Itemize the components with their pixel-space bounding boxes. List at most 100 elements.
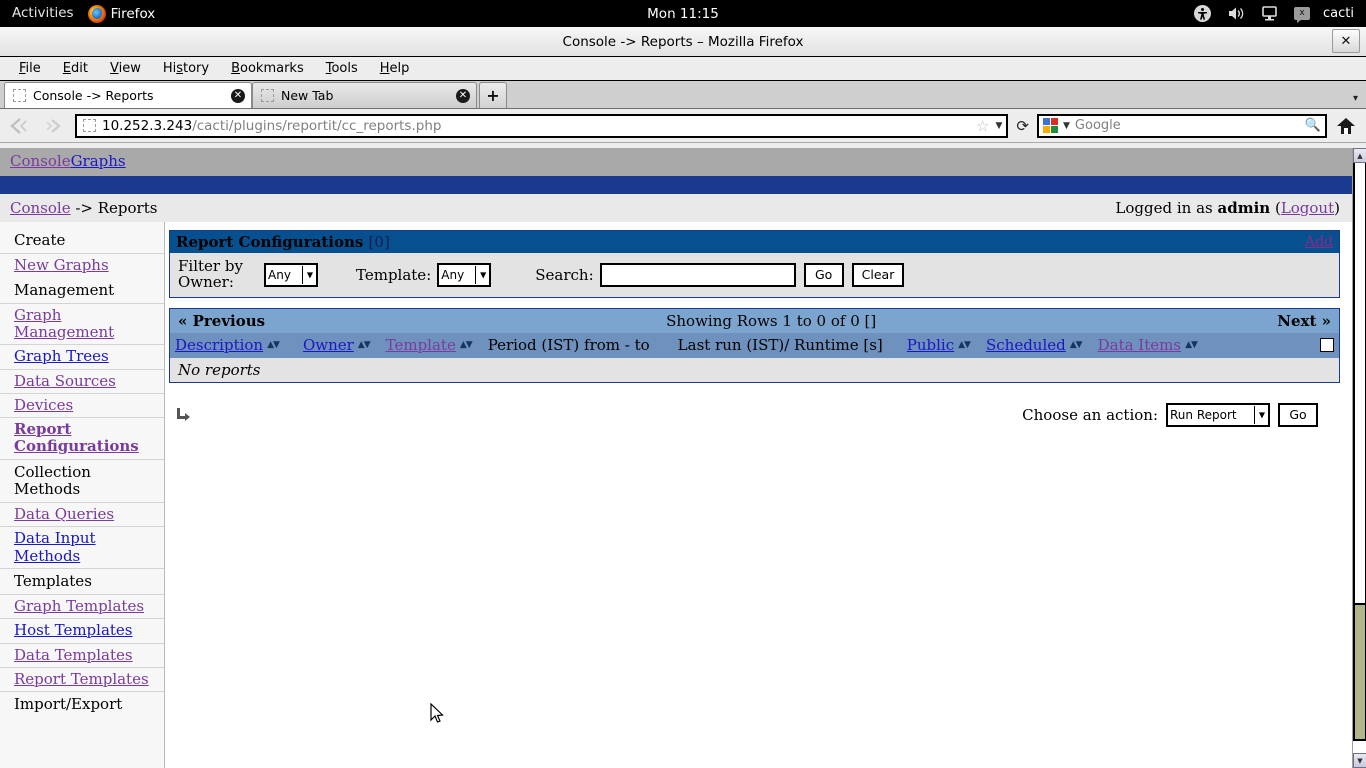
scroll-up-button[interactable]: ▲ <box>1353 148 1366 163</box>
owner-select-wrap[interactable]: Any <box>264 262 318 287</box>
menu-bookmarks[interactable]: Bookmarks <box>220 58 315 80</box>
select-all-checkbox[interactable] <box>1320 338 1334 352</box>
column-header-data-items[interactable]: Data Items ▲▼ <box>1098 336 1198 354</box>
menu-view[interactable]: View <box>99 58 152 80</box>
search-input[interactable] <box>599 262 796 287</box>
search-engine-chevron-down-icon[interactable]: ▼ <box>1063 121 1070 131</box>
sidebar-item-graph-trees[interactable]: Graph Trees <box>0 344 164 368</box>
scroll-down-button[interactable]: ▼ <box>1353 753 1366 768</box>
sort-arrows-icon[interactable]: ▲▼ <box>1185 340 1198 350</box>
tab-console-reports[interactable]: Console -> Reports ✕ <box>4 82 252 108</box>
sidebar-item-data-queries[interactable]: Data Queries <box>0 502 164 526</box>
column-header-description[interactable]: Description ▲▼ <box>175 336 280 354</box>
scrollbar-track[interactable] <box>1353 163 1366 603</box>
column-header-owner[interactable]: Owner ▲▼ <box>303 336 371 354</box>
menu-tools[interactable]: Tools <box>315 58 369 80</box>
app-menu-firefox[interactable]: Firefox <box>87 4 155 23</box>
sidebar-item-label[interactable]: Graph Management <box>14 306 114 341</box>
back-button[interactable] <box>7 113 35 139</box>
tab-new-tab[interactable]: New Tab ✕ <box>252 82 477 108</box>
sort-arrows-icon[interactable]: ▲▼ <box>1070 340 1083 350</box>
column-header-label[interactable]: Public <box>907 336 954 354</box>
sidebar-item-label[interactable]: Graph Templates <box>14 597 144 615</box>
scrollbar-thumb[interactable] <box>1353 603 1366 741</box>
column-header-label[interactable]: Scheduled <box>986 336 1066 354</box>
sidebar-item-new-graphs[interactable]: New Graphs <box>0 253 164 277</box>
topnav-graphs-link[interactable]: Graphs <box>71 152 126 170</box>
owner-select[interactable]: Any <box>264 262 318 287</box>
new-tab-button[interactable]: + <box>479 82 507 108</box>
clock[interactable]: Mon 11:15 <box>0 6 1366 22</box>
home-button[interactable] <box>1333 117 1359 135</box>
window-close-button[interactable]: ✕ <box>1332 29 1360 53</box>
menu-edit[interactable]: Edit <box>52 58 99 80</box>
search-input[interactable]: Google <box>1075 118 1300 133</box>
sidebar-item-graph-templates[interactable]: Graph Templates <box>0 594 164 618</box>
sidebar-item-data-input-methods[interactable]: Data Input Methods <box>0 526 164 568</box>
column-header-template[interactable]: Template ▲▼ <box>386 336 473 354</box>
sidebar-item-data-sources[interactable]: Data Sources <box>0 368 164 393</box>
action-select-wrap[interactable]: Run Report <box>1166 402 1270 427</box>
column-header-public[interactable]: Public ▲▼ <box>907 336 971 354</box>
sidebar-item-graph-management[interactable]: Graph Management <box>0 302 164 345</box>
sidebar-item-data-templates[interactable]: Data Templates <box>0 642 164 667</box>
sidebar-header-management: Management <box>14 280 115 299</box>
sidebar-item-report-configurations[interactable]: Report Configurations <box>0 417 164 459</box>
add-report-link[interactable]: Add <box>1305 234 1333 250</box>
sidebar-item-label[interactable]: Report Configurations <box>14 420 139 455</box>
column-header-label[interactable]: Template <box>386 336 456 354</box>
sidebar-item-label[interactable]: Data Input Methods <box>14 529 96 565</box>
go-button[interactable]: Go <box>803 262 844 287</box>
reload-button[interactable]: ⟳ <box>1014 117 1031 135</box>
logout-link[interactable]: Logout <box>1281 199 1334 217</box>
forward-button[interactable] <box>41 113 69 139</box>
accessibility-icon[interactable] <box>1194 5 1212 22</box>
chevron-down-icon[interactable]: ▼ <box>996 121 1003 131</box>
google-icon[interactable] <box>1043 118 1058 133</box>
user-menu[interactable]: x cacti <box>1294 6 1354 21</box>
sidebar-item-label[interactable]: Graph Trees <box>14 347 109 365</box>
sidebar-item-label[interactable]: New Graphs <box>14 256 109 274</box>
bookmark-star-icon[interactable]: ☆ <box>976 117 989 135</box>
tab-list-chevron-down-icon[interactable]: ▾ <box>1353 93 1366 108</box>
menu-history[interactable]: History <box>152 58 220 80</box>
sidebar-item-label[interactable]: Data Templates <box>14 646 133 664</box>
sort-arrows-icon[interactable]: ▲▼ <box>460 340 473 350</box>
column-header-label[interactable]: Data Items <box>1098 336 1181 354</box>
sidebar-item-label[interactable]: Report Templates <box>14 670 149 688</box>
sidebar-item-label[interactable]: Host Templates <box>14 621 133 639</box>
menu-help[interactable]: Help <box>369 58 421 80</box>
column-header-label[interactable]: Owner <box>303 336 354 354</box>
volume-icon[interactable] <box>1228 6 1245 21</box>
sidebar-item-host-templates[interactable]: Host Templates <box>0 618 164 642</box>
sidebar-item-label[interactable]: Data Queries <box>14 505 114 523</box>
clear-button[interactable]: Clear <box>851 262 905 287</box>
menu-file[interactable]: File <box>8 58 52 80</box>
action-go-button[interactable]: Go <box>1278 402 1318 427</box>
previous-page-link[interactable]: « Previous <box>178 312 265 330</box>
page-scrollbar[interactable]: ▲ ▼ <box>1352 148 1366 768</box>
sort-arrows-icon[interactable]: ▲▼ <box>358 340 371 350</box>
action-select[interactable]: Run Report <box>1166 402 1270 427</box>
sort-arrows-icon[interactable]: ▲▼ <box>267 340 280 350</box>
activities-button[interactable]: Activities <box>0 0 88 27</box>
search-magnifier-icon[interactable]: 🔍 <box>1305 118 1321 133</box>
display-icon[interactable] <box>1262 6 1277 21</box>
tab-close-icon[interactable]: ✕ <box>456 88 470 103</box>
sort-arrows-icon[interactable]: ▲▼ <box>958 340 971 350</box>
tab-close-icon[interactable]: ✕ <box>231 88 245 103</box>
column-header-scheduled[interactable]: Scheduled ▲▼ <box>986 336 1083 354</box>
template-select-wrap[interactable]: Any <box>437 262 492 287</box>
sidebar-item-report-templates[interactable]: Report Templates <box>0 666 164 691</box>
search-bar[interactable]: ▼ Google 🔍 <box>1037 113 1327 138</box>
breadcrumb-console-link[interactable]: Console <box>10 199 71 217</box>
sidebar-item-label[interactable]: Devices <box>14 396 73 414</box>
url-bar[interactable]: 10.252.3.243/cacti/plugins/reportit/cc_r… <box>75 113 1009 138</box>
sidebar-item-label[interactable]: Data Sources <box>14 372 116 390</box>
sidebar-item-devices[interactable]: Devices <box>0 392 164 417</box>
topnav-console-link[interactable]: Console <box>10 152 71 170</box>
column-header-label[interactable]: Description <box>175 336 263 354</box>
template-select[interactable]: Any <box>437 262 492 287</box>
next-page-link[interactable]: Next » <box>1277 312 1331 330</box>
template-filter-label: Template: <box>356 265 432 284</box>
